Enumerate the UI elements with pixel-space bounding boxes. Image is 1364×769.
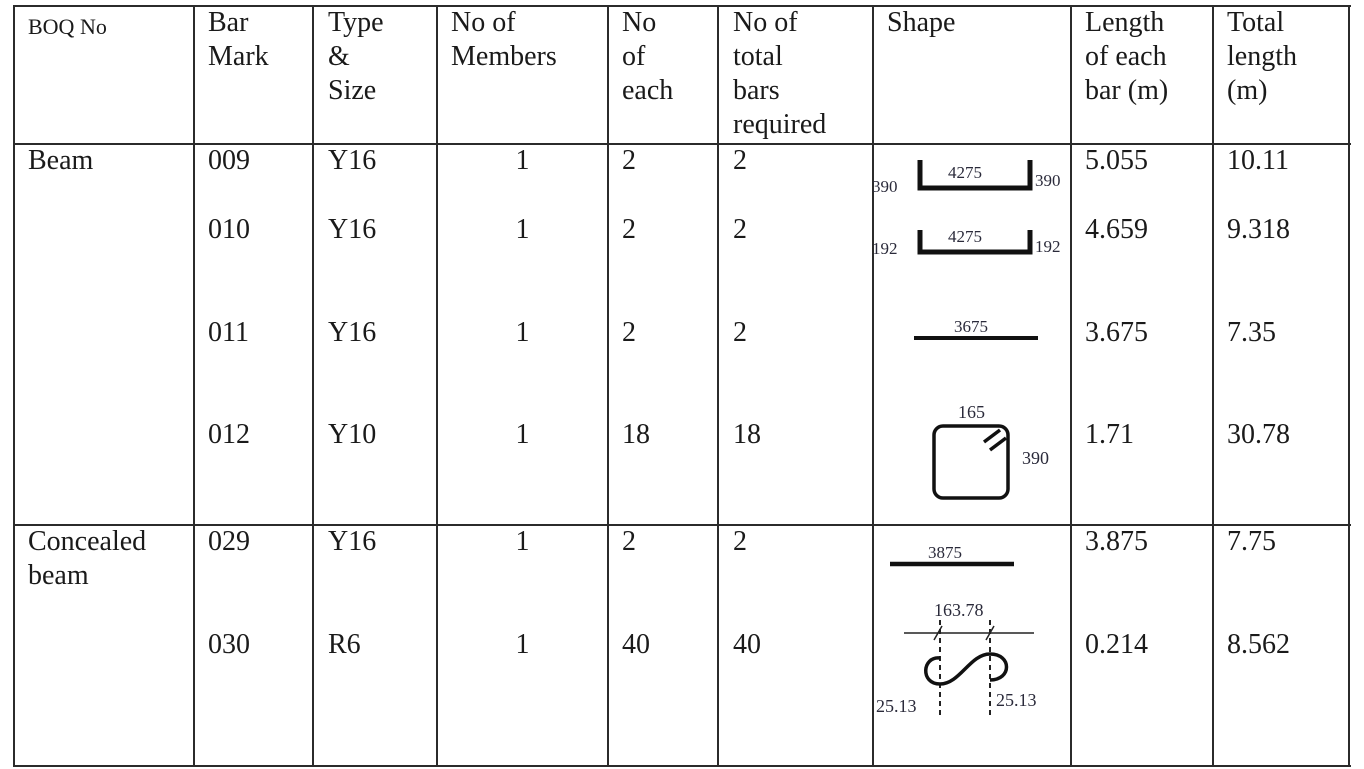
dim-left: 192 (872, 239, 898, 258)
header-type-size: Type & Size (328, 7, 384, 106)
column-divider (607, 5, 609, 767)
no-of-members: 1 (515, 629, 530, 660)
length-each-bar: 0.214 (1085, 629, 1148, 660)
total-length: 7.35 (1227, 317, 1276, 348)
no-of-each: 18 (622, 419, 650, 450)
header-shape: Shape (887, 7, 956, 38)
column-divider (312, 5, 314, 767)
dim-middle: 4275 (948, 163, 982, 182)
dim-middle: 3675 (954, 317, 988, 336)
length-each-bar: 1.71 (1085, 419, 1134, 450)
no-of-total-bars: 2 (733, 214, 747, 245)
s-link-shape: 163.78 25.13 25.13 (876, 600, 1037, 717)
dim-right: 390 (1035, 171, 1061, 190)
no-of-each: 40 (622, 629, 650, 660)
type-size: Y16 (328, 317, 377, 348)
bar-mark: 012 (208, 419, 250, 450)
type-size: Y10 (328, 419, 377, 450)
dim-right: 192 (1035, 237, 1061, 256)
dim-top: 165 (958, 402, 985, 422)
total-length: 10.11 (1227, 145, 1289, 176)
no-of-total-bars: 2 (733, 526, 747, 557)
type-size: Y16 (328, 145, 377, 176)
column-divider (193, 5, 195, 767)
column-divider (717, 5, 719, 767)
no-of-members: 1 (515, 145, 530, 176)
no-of-each: 2 (622, 214, 636, 245)
no-of-total-bars: 18 (733, 419, 761, 450)
length-each-bar: 5.055 (1085, 145, 1148, 176)
bar-bending-schedule-table: BOQ No Bar Mark Type & Size No of Member… (0, 0, 1364, 769)
stirrup-shape: 165 390 (932, 402, 1049, 500)
dim-left: 390 (872, 177, 898, 196)
header-no-of-each: No of each (622, 7, 674, 106)
type-size: R6 (328, 629, 361, 660)
table-border-bottom (13, 765, 1351, 767)
table-border-right (1348, 5, 1350, 767)
bar-mark: 009 (208, 145, 250, 176)
no-of-total-bars: 2 (733, 145, 747, 176)
no-of-each: 2 (622, 317, 636, 348)
bar-mark: 030 (208, 629, 250, 660)
header-no-of-members: No of Members (451, 7, 557, 72)
dim-right: 25.13 (996, 690, 1037, 710)
no-of-total-bars: 40 (733, 629, 761, 660)
header-boq-no: BOQ No (28, 14, 107, 39)
dim-right: 390 (1022, 448, 1049, 468)
straight-bar-shape: 3875 (890, 543, 1014, 567)
dim-left: 25.13 (876, 696, 917, 716)
no-of-each: 2 (622, 526, 636, 557)
straight-bar-shape: 3675 (914, 317, 1038, 340)
header-total-length: Total length (m) (1227, 7, 1297, 106)
header-bar-mark: Bar Mark (208, 7, 269, 72)
no-of-members: 1 (515, 317, 530, 348)
bar-mark: 010 (208, 214, 250, 245)
header-no-of-total-bars: No of total bars required (733, 7, 827, 140)
header-length-each: Length of each bar (m) (1085, 7, 1169, 106)
dim-top: 163.78 (934, 600, 984, 620)
u-bar-shape: 192 4275 192 (872, 227, 1061, 258)
table-border-left (13, 5, 15, 767)
bar-mark: 029 (208, 526, 250, 557)
total-length: 8.562 (1227, 629, 1290, 660)
boq-group-label: Concealed beam (28, 526, 147, 591)
total-length: 9.318 (1227, 214, 1290, 245)
no-of-members: 1 (515, 526, 530, 557)
length-each-bar: 4.659 (1085, 214, 1148, 245)
length-each-bar: 3.675 (1085, 317, 1148, 348)
no-of-members: 1 (515, 419, 530, 450)
bar-mark: 011 (208, 317, 249, 348)
column-divider (1212, 5, 1214, 767)
u-bar-shape: 390 4275 390 (872, 160, 1061, 196)
type-size: Y16 (328, 526, 377, 557)
dim-middle: 3875 (928, 543, 962, 562)
no-of-each: 2 (622, 145, 636, 176)
no-of-total-bars: 2 (733, 317, 747, 348)
boq-group-label: Beam (28, 145, 94, 176)
length-each-bar: 3.875 (1085, 526, 1148, 557)
dim-middle: 4275 (948, 227, 982, 246)
type-size: Y16 (328, 214, 377, 245)
total-length: 30.78 (1227, 419, 1290, 450)
total-length: 7.75 (1227, 526, 1276, 557)
no-of-members: 1 (515, 214, 530, 245)
